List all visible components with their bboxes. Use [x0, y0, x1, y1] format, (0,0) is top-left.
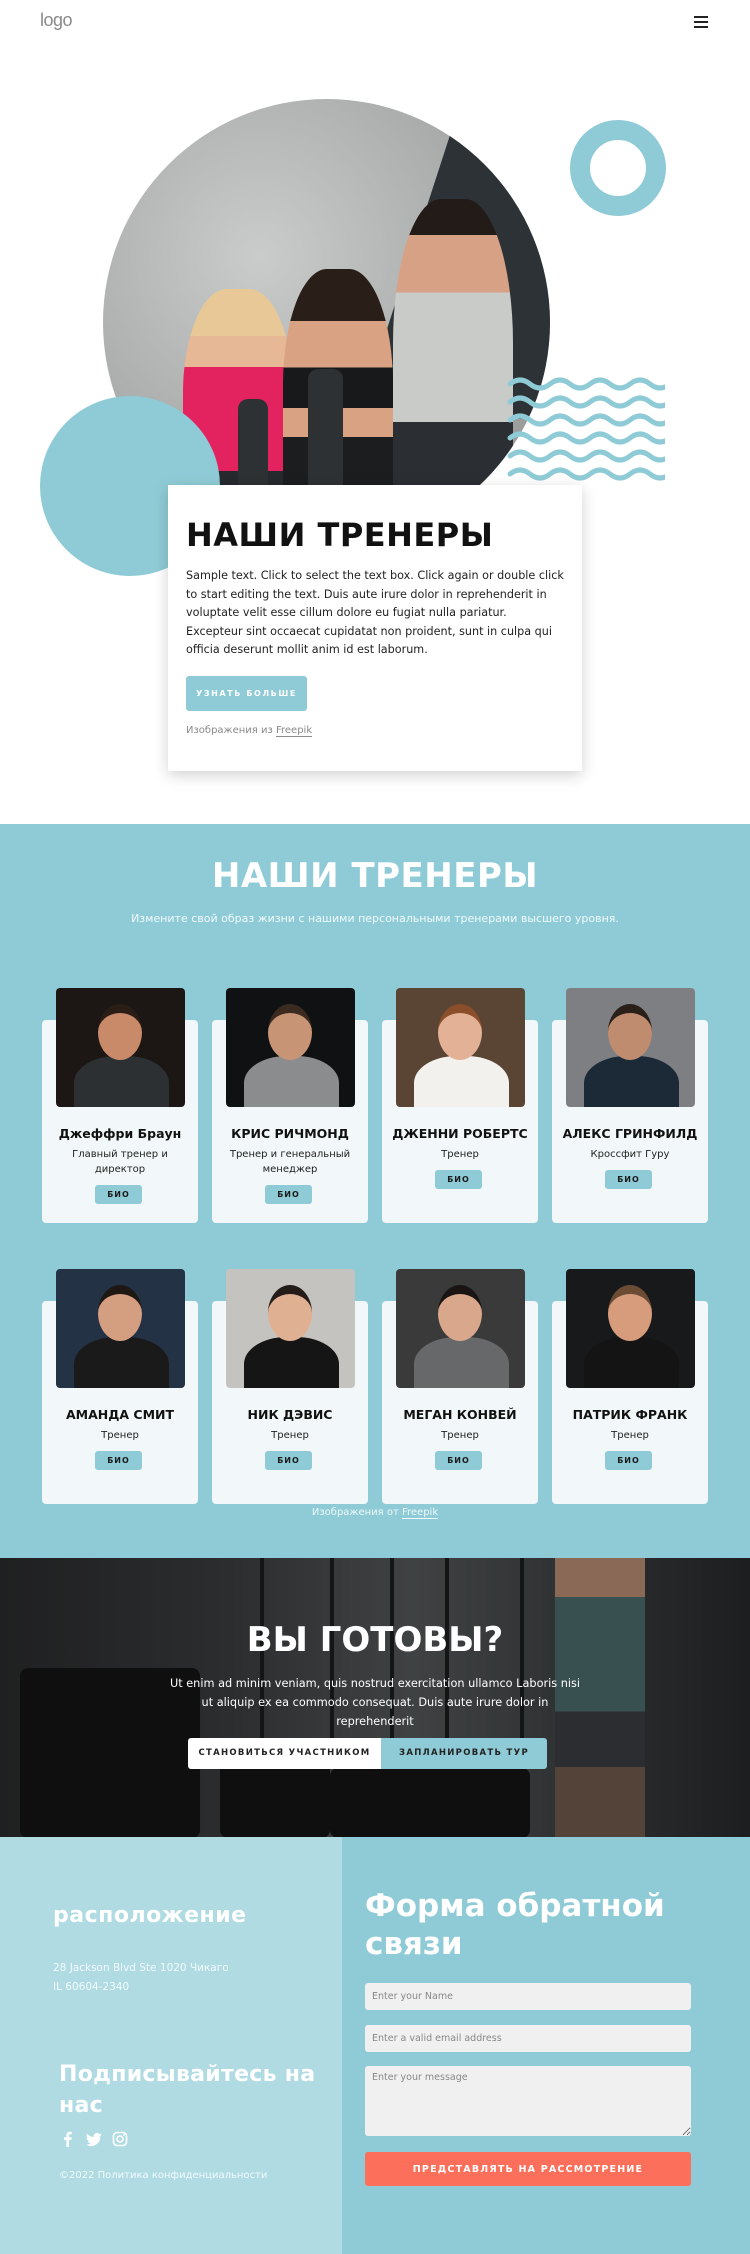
trainer-face: [268, 1004, 312, 1060]
address: 28 Jackson Blvd Ste 1020 Чикаго IL 60604…: [53, 1959, 229, 1997]
trainer-face: [268, 1285, 312, 1341]
social-links: [60, 2131, 128, 2147]
bio-button[interactable]: БИО: [605, 1451, 652, 1470]
trainer-name: ДЖЕННИ РОБЕРТС: [392, 1126, 528, 1141]
credit-prefix: Изображения из: [186, 724, 273, 736]
trainer-name: Джеффри Браун: [58, 1126, 182, 1141]
address-line-2: IL 60604-2340: [53, 1981, 130, 1993]
form-title: Форма обратной связи: [365, 1888, 665, 1962]
cta-buttons: СТАНОВИТЬСЯ УЧАСТНИКОМ ЗАПЛАНИРОВАТЬ ТУР: [188, 1738, 547, 1769]
image-credit: Изображения от Freepik: [0, 1507, 750, 1519]
trainer-face: [438, 1004, 482, 1060]
trainer-role: Тренер и генеральный менеджер: [229, 1149, 351, 1175]
message-textarea[interactable]: [365, 2066, 691, 2136]
hamburger-menu-icon[interactable]: [694, 16, 708, 29]
cta-text: Ut enim ad minim veniam, quis nostrud ex…: [169, 1677, 581, 1728]
trainer-role: Главный тренер и директор: [72, 1149, 168, 1175]
decorative-waves: [507, 377, 665, 481]
trainer-photo: [56, 988, 185, 1107]
bio-button[interactable]: БИО: [95, 1185, 142, 1204]
trainers-subtitle: Измените свой образ жизни с нашими персо…: [131, 912, 619, 925]
trainer-card: МЕГАН КОНВЕЙ Тренер БИО: [382, 1269, 538, 1504]
trainer-body: [414, 1337, 509, 1388]
facebook-icon[interactable]: [60, 2131, 76, 2147]
become-member-button[interactable]: СТАНОВИТЬСЯ УЧАСТНИКОМ: [188, 1738, 381, 1769]
trainer-card: НИК ДЭВИС Тренер БИО: [212, 1269, 368, 1504]
cta-title: ВЫ ГОТОВЫ?: [246, 1620, 504, 1660]
footer-info: расположение 28 Jackson Blvd Ste 1020 Чи…: [0, 1837, 342, 2254]
trainer-body: [74, 1337, 169, 1388]
trainer-card: АМАНДА СМИТ Тренер БИО: [42, 1269, 198, 1504]
submit-button[interactable]: ПРЕДСТАВЛЯТЬ НА РАССМОТРЕНИЕ: [365, 2152, 691, 2186]
trainer-role: Тренер: [441, 1149, 479, 1160]
trainer-face: [98, 1285, 142, 1341]
trainer-body: [244, 1337, 339, 1388]
trainer-card: ДЖЕННИ РОБЕРТС Тренер БИО: [382, 988, 538, 1223]
trainer-card: ПАТРИК ФРАНК Тренер БИО: [552, 1269, 708, 1504]
bio-button[interactable]: БИО: [95, 1451, 142, 1470]
name-input[interactable]: [365, 1983, 691, 2010]
trainer-face: [438, 1285, 482, 1341]
email-input[interactable]: [365, 2025, 691, 2052]
trainer-photo: [566, 1269, 695, 1388]
bio-button[interactable]: БИО: [435, 1170, 482, 1189]
trainer-face: [608, 1004, 652, 1060]
hero-title: НАШИ ТРЕНЕРЫ: [186, 516, 494, 554]
bio-button[interactable]: БИО: [265, 1185, 312, 1204]
trainer-photo: [566, 988, 695, 1107]
trainer-name: МЕГАН КОНВЕЙ: [403, 1407, 517, 1422]
instagram-icon[interactable]: [112, 2131, 128, 2147]
trainer-body: [244, 1056, 339, 1107]
trainer-photo: [56, 1269, 185, 1388]
learn-more-button[interactable]: УЗНАТЬ БОЛЬШЕ: [186, 675, 307, 711]
trainer-name: КРИС РИЧМОНД: [231, 1126, 349, 1141]
trainer-body: [584, 1337, 679, 1388]
trainer-face: [608, 1285, 652, 1341]
trainer-body: [74, 1056, 169, 1107]
trainer-role: Кроссфит Гуру: [590, 1149, 670, 1160]
address-line-1: 28 Jackson Blvd Ste 1020 Чикаго: [53, 1962, 229, 1974]
location-title: расположение: [53, 1903, 247, 1928]
logo[interactable]: logo: [40, 10, 73, 31]
freepik-link[interactable]: Freepik: [401, 1507, 439, 1519]
contact-form-section: Форма обратной связи ПРЕДСТАВЛЯТЬ НА РАС…: [342, 1837, 750, 2254]
hero-card: НАШИ ТРЕНЕРЫ Sample text. Click to selec…: [168, 485, 582, 771]
trainer-name: ПАТРИК ФРАНК: [572, 1407, 688, 1422]
image-credit: Изображения из Freepik: [186, 724, 564, 737]
trainer-body: [584, 1056, 679, 1107]
trainer-role: Тренер: [101, 1430, 139, 1441]
trainer-face: [98, 1004, 142, 1060]
trainer-photo: [396, 1269, 525, 1388]
trainer-photo: [396, 988, 525, 1107]
decorative-ring: [570, 120, 666, 216]
cta-section: ВЫ ГОТОВЫ? Ut enim ad minim veniam, quis…: [0, 1558, 750, 1837]
hero-section: НАШИ ТРЕНЕРЫ Sample text. Click to selec…: [0, 46, 750, 824]
trainer-role: Тренер: [271, 1430, 309, 1441]
header: logo: [0, 0, 750, 46]
trainer-name: НИК ДЭВИС: [247, 1407, 333, 1422]
trainers-section: НАШИ ТРЕНЕРЫ Измените свой образ жизни с…: [0, 824, 750, 1558]
hero-text: Sample text. Click to select the text bo…: [186, 569, 564, 656]
trainers-title: НАШИ ТРЕНЕРЫ: [211, 856, 539, 896]
bio-button[interactable]: БИО: [605, 1170, 652, 1189]
twitter-icon[interactable]: [86, 2131, 102, 2147]
trainer-card: КРИС РИЧМОНД Тренер и генеральный менедже…: [212, 988, 368, 1223]
trainer-role: Тренер: [611, 1430, 649, 1441]
subscribe-title: Подписывайтесь на нас: [59, 2062, 316, 2118]
trainer-photo: [226, 988, 355, 1107]
freepik-link[interactable]: Freepik: [275, 724, 313, 737]
trainer-card: Джеффри Браун Главный тренер и директор БИ…: [42, 988, 198, 1223]
trainer-body: [414, 1056, 509, 1107]
trainer-name: АЛЕКС ГРИНФИЛД: [562, 1126, 698, 1141]
bio-button[interactable]: БИО: [265, 1451, 312, 1470]
trainer-role: Тренер: [441, 1430, 479, 1441]
credit-prefix: Изображения от: [311, 1507, 399, 1518]
copyright[interactable]: ©2022 Политика конфиденциальности: [59, 2170, 267, 2181]
trainer-photo: [226, 1269, 355, 1388]
trainer-name: АМАНДА СМИТ: [65, 1407, 174, 1422]
schedule-tour-button[interactable]: ЗАПЛАНИРОВАТЬ ТУР: [381, 1738, 547, 1769]
trainer-card: АЛЕКС ГРИНФИЛД Кроссфит Гуру БИО: [552, 988, 708, 1223]
bio-button[interactable]: БИО: [435, 1451, 482, 1470]
